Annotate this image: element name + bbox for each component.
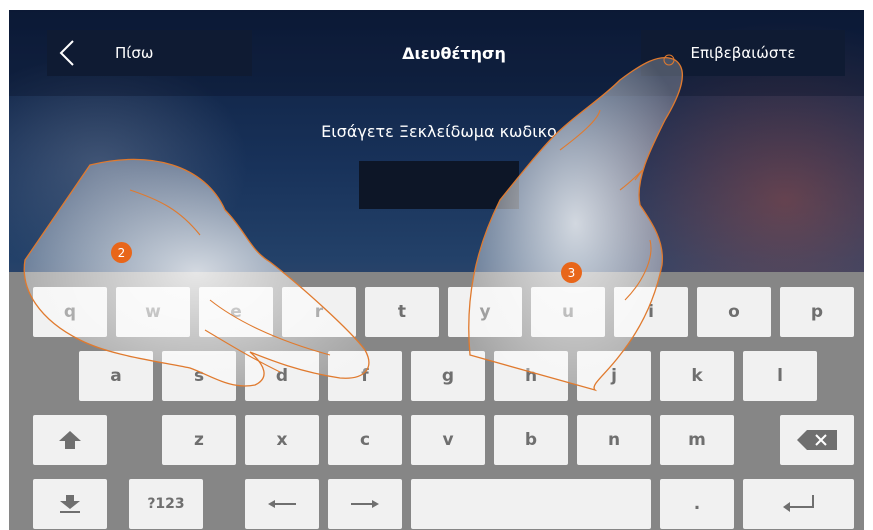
symbols-key[interactable]: ?123 [129,479,203,529]
confirm-button[interactable]: Επιβεβαιώστε [641,30,845,76]
key-x[interactable]: x [245,415,319,465]
arrow-left-icon [268,499,296,509]
key-v[interactable]: v [411,415,485,465]
enter-key[interactable] [743,479,854,529]
hide-keyboard-icon [59,495,81,513]
backspace-key[interactable] [780,415,854,465]
space-key[interactable] [411,479,651,529]
key-y[interactable]: y [448,287,522,337]
hide-keyboard-key[interactable] [33,479,107,529]
arrow-right-icon [351,499,379,509]
shift-key[interactable] [33,415,107,465]
code-input[interactable] [359,161,519,209]
code-prompt: Εισάγετε Ξεκλείδωμα κωδικο [321,122,557,141]
shift-up-icon [59,431,81,449]
enter-icon [782,495,815,513]
key-f[interactable]: f [328,351,402,401]
key-h[interactable]: h [494,351,568,401]
backspace-icon [797,430,837,450]
key-i[interactable]: i [614,287,688,337]
key-n[interactable]: n [577,415,651,465]
key-q[interactable]: q [33,287,107,337]
key-t[interactable]: t [365,287,439,337]
key-dot[interactable]: . [660,479,734,529]
cursor-left-key[interactable] [245,479,319,529]
key-a[interactable]: a [79,351,153,401]
key-c[interactable]: c [328,415,402,465]
on-screen-keyboard: q w e r t y u i o p a s d f g h j k l z … [9,272,864,530]
step-badge-3: 3 [561,262,582,283]
key-z[interactable]: z [162,415,236,465]
key-w[interactable]: w [116,287,190,337]
back-button[interactable]: Πίσω [47,30,252,76]
key-b[interactable]: b [494,415,568,465]
key-d[interactable]: d [245,351,319,401]
key-g[interactable]: g [411,351,485,401]
page-title: Διευθέτηση [402,43,506,63]
back-label: Πίσω [115,44,154,62]
cursor-right-key[interactable] [328,479,402,529]
key-r[interactable]: r [282,287,356,337]
key-p[interactable]: p [780,287,854,337]
key-o[interactable]: o [697,287,771,337]
key-u[interactable]: u [531,287,605,337]
key-m[interactable]: m [660,415,734,465]
key-l[interactable]: l [743,351,817,401]
key-k[interactable]: k [660,351,734,401]
key-s[interactable]: s [162,351,236,401]
device-screen: Πίσω Διευθέτηση Επιβεβαιώστε Εισάγετε Ξε… [9,10,864,530]
chevron-left-icon [47,30,87,76]
key-j[interactable]: j [577,351,651,401]
key-e[interactable]: e [199,287,273,337]
step-badge-2: 2 [111,242,132,263]
